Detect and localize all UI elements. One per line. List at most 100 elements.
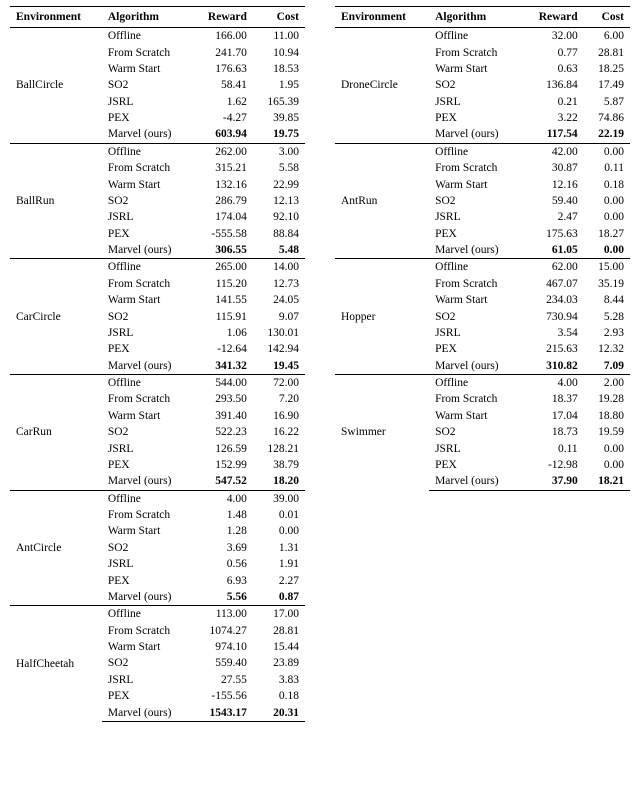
right-table-column: Environment Algorithm Reward Cost DroneC… bbox=[335, 6, 630, 722]
cost-cell: 130.01 bbox=[253, 325, 305, 341]
reward-cell: 1074.27 bbox=[192, 623, 253, 639]
algo-cell: Warm Start bbox=[102, 523, 192, 539]
algo-cell: Warm Start bbox=[429, 292, 521, 308]
reward-cell: 30.87 bbox=[521, 160, 583, 176]
algo-cell: JSRL bbox=[102, 325, 192, 341]
reward-cell: 241.70 bbox=[192, 44, 253, 60]
reward-cell: 522.23 bbox=[192, 424, 253, 440]
reward-cell: 17.04 bbox=[521, 408, 583, 424]
algo-cell: Warm Start bbox=[102, 292, 192, 308]
cost-cell: 16.90 bbox=[253, 408, 305, 424]
table-row: AntRunOffline42.000.00 bbox=[335, 143, 630, 160]
env-cell: BallCircle bbox=[10, 28, 102, 144]
reward-cell: 559.40 bbox=[192, 655, 253, 671]
table-row: AntCircleOffline4.0039.00 bbox=[10, 490, 305, 507]
col-cost: Cost bbox=[253, 7, 305, 28]
reward-cell: 12.16 bbox=[521, 176, 583, 192]
algo-cell: PEX bbox=[429, 457, 521, 473]
cost-cell: 16.22 bbox=[253, 424, 305, 440]
cost-cell: 0.18 bbox=[584, 176, 630, 192]
algo-cell: From Scratch bbox=[102, 507, 192, 523]
cost-cell: 0.00 bbox=[584, 440, 630, 456]
algo-cell: Marvel (ours) bbox=[102, 242, 192, 259]
cost-cell: 18.80 bbox=[584, 408, 630, 424]
cost-cell: 0.00 bbox=[584, 209, 630, 225]
algo-cell: Offline bbox=[102, 490, 192, 507]
cost-cell: 19.75 bbox=[253, 126, 305, 143]
algo-cell: JSRL bbox=[429, 440, 521, 456]
reward-cell: 126.59 bbox=[192, 440, 253, 456]
algo-cell: JSRL bbox=[429, 94, 521, 110]
cost-cell: 28.81 bbox=[253, 623, 305, 639]
env-cell: HalfCheetah bbox=[10, 606, 102, 722]
reward-cell: 61.05 bbox=[521, 242, 583, 259]
algo-cell: PEX bbox=[102, 341, 192, 357]
reward-cell: 132.16 bbox=[192, 176, 253, 192]
reward-cell: 286.79 bbox=[192, 193, 253, 209]
reward-cell: 215.63 bbox=[521, 341, 583, 357]
col-env: Environment bbox=[10, 7, 102, 28]
algo-cell: Marvel (ours) bbox=[429, 242, 521, 259]
reward-cell: 0.21 bbox=[521, 94, 583, 110]
reward-cell: 1.48 bbox=[192, 507, 253, 523]
cost-cell: 12.73 bbox=[253, 276, 305, 292]
cost-cell: 0.00 bbox=[253, 523, 305, 539]
algo-cell: PEX bbox=[102, 688, 192, 704]
reward-cell: 4.00 bbox=[192, 490, 253, 507]
algo-cell: SO2 bbox=[429, 308, 521, 324]
reward-cell: 152.99 bbox=[192, 457, 253, 473]
reward-cell: 1.62 bbox=[192, 94, 253, 110]
env-cell: Hopper bbox=[335, 259, 429, 375]
reward-cell: 37.90 bbox=[521, 473, 583, 490]
algo-cell: Offline bbox=[429, 143, 521, 160]
algo-cell: JSRL bbox=[102, 440, 192, 456]
algo-cell: SO2 bbox=[102, 193, 192, 209]
cost-cell: 8.44 bbox=[584, 292, 630, 308]
table-header: Environment Algorithm Reward Cost bbox=[10, 7, 305, 28]
algo-cell: Offline bbox=[102, 259, 192, 276]
env-cell: BallRun bbox=[10, 143, 102, 259]
algo-cell: Marvel (ours) bbox=[429, 358, 521, 375]
algo-cell: Offline bbox=[102, 28, 192, 45]
reward-cell: 0.77 bbox=[521, 44, 583, 60]
col-reward: Reward bbox=[521, 7, 583, 28]
reward-cell: 113.00 bbox=[192, 606, 253, 623]
reward-cell: 3.54 bbox=[521, 325, 583, 341]
cost-cell: 15.44 bbox=[253, 639, 305, 655]
algo-cell: SO2 bbox=[102, 540, 192, 556]
algo-cell: SO2 bbox=[429, 424, 521, 440]
reward-cell: 0.63 bbox=[521, 61, 583, 77]
reward-cell: 58.41 bbox=[192, 77, 253, 93]
cost-cell: 128.21 bbox=[253, 440, 305, 456]
algo-cell: SO2 bbox=[429, 193, 521, 209]
cost-cell: 12.13 bbox=[253, 193, 305, 209]
cost-cell: 22.99 bbox=[253, 176, 305, 192]
cost-cell: 17.00 bbox=[253, 606, 305, 623]
algo-cell: Warm Start bbox=[102, 408, 192, 424]
cost-cell: 0.00 bbox=[584, 457, 630, 473]
algo-cell: SO2 bbox=[102, 424, 192, 440]
cost-cell: 7.20 bbox=[253, 391, 305, 407]
algo-cell: JSRL bbox=[102, 672, 192, 688]
algo-cell: PEX bbox=[429, 341, 521, 357]
cost-cell: 1.31 bbox=[253, 540, 305, 556]
algo-cell: Marvel (ours) bbox=[102, 704, 192, 721]
algo-cell: Offline bbox=[102, 606, 192, 623]
cost-cell: 22.19 bbox=[584, 126, 630, 143]
reward-cell: 6.93 bbox=[192, 572, 253, 588]
table-row: BallCircleOffline166.0011.00 bbox=[10, 28, 305, 45]
cost-cell: 9.07 bbox=[253, 308, 305, 324]
algo-cell: JSRL bbox=[102, 556, 192, 572]
algo-cell: From Scratch bbox=[102, 276, 192, 292]
cost-cell: 17.49 bbox=[584, 77, 630, 93]
cost-cell: 39.00 bbox=[253, 490, 305, 507]
left-table: Environment Algorithm Reward Cost BallCi… bbox=[10, 6, 305, 722]
cost-cell: 72.00 bbox=[253, 374, 305, 391]
cost-cell: 2.27 bbox=[253, 572, 305, 588]
reward-cell: 1.06 bbox=[192, 325, 253, 341]
cost-cell: 0.87 bbox=[253, 589, 305, 606]
reward-cell: 175.63 bbox=[521, 226, 583, 242]
algo-cell: PEX bbox=[102, 226, 192, 242]
algo-cell: Marvel (ours) bbox=[102, 358, 192, 375]
algo-cell: SO2 bbox=[102, 308, 192, 324]
